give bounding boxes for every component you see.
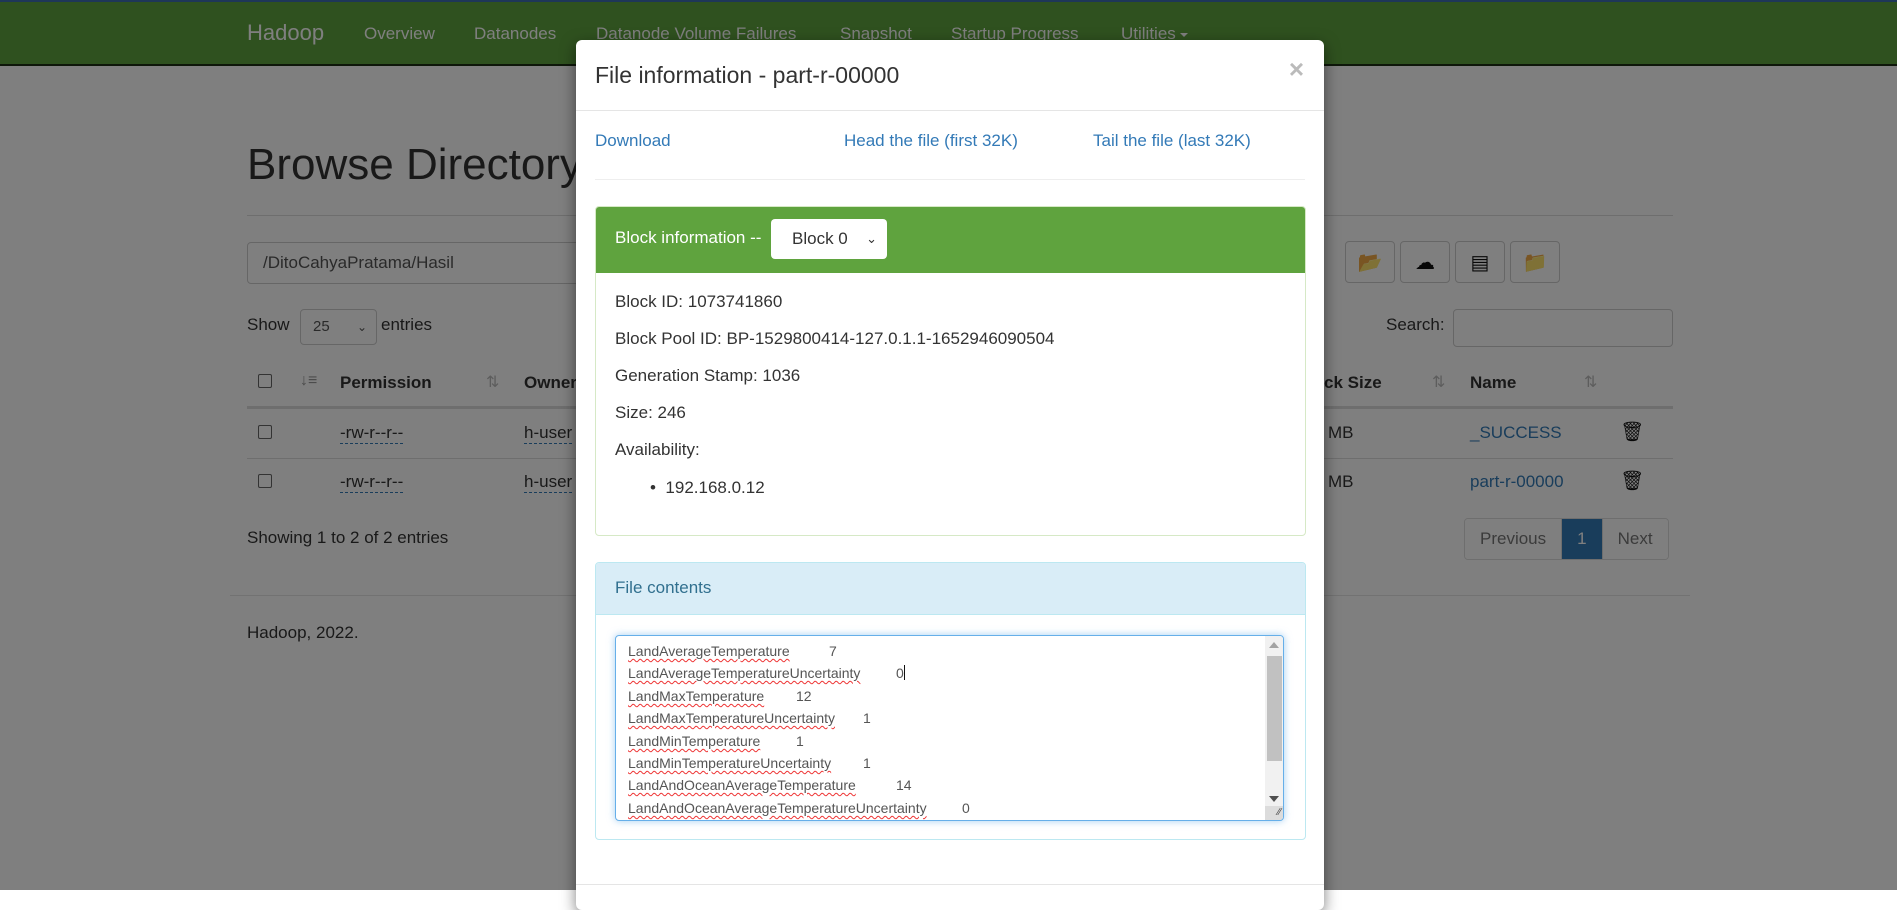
divider: [576, 884, 1324, 885]
block-select[interactable]: Block 0 ⌄: [771, 219, 887, 259]
chevron-down-icon: ⌄: [866, 231, 877, 246]
file-line: LandMinTemperature 1: [628, 733, 804, 749]
file-line: LandAverageTemperatureUncertainty 0: [628, 665, 905, 681]
scroll-up-arrow-icon[interactable]: [1269, 642, 1279, 648]
block-panel-title: Block information --: [615, 228, 762, 247]
block-id: Block ID: 1073741860: [615, 292, 783, 311]
contents-panel-title: File contents: [615, 578, 712, 597]
file-contents-textarea[interactable]: LandAverageTemperature 7 LandAverageTempe…: [615, 635, 1284, 821]
modal-title: File information - part-r-00000: [595, 62, 900, 88]
text-cursor: [903, 665, 905, 680]
file-line: LandAndOceanAverageTemperatureUncertaint…: [628, 800, 970, 816]
textarea-scrollbar[interactable]: [1265, 636, 1283, 808]
file-information-modal: File information - part-r-00000 × Downlo…: [576, 40, 1324, 910]
generation-stamp: Generation Stamp: 1036: [615, 366, 801, 385]
file-line: LandAverageTemperature 7: [628, 643, 837, 659]
block-size: Size: 246: [615, 403, 686, 422]
tail-file-link[interactable]: Tail the file (last 32K): [1093, 131, 1251, 151]
file-line: LandMaxTemperature 12: [628, 688, 812, 704]
file-line: LandMinTemperatureUncertainty 1: [628, 755, 871, 771]
divider: [595, 179, 1305, 180]
scrollbar-thumb[interactable]: [1267, 656, 1282, 761]
contents-panel-header: File contents: [596, 563, 1305, 615]
download-link[interactable]: Download: [595, 131, 671, 151]
availability-host: 192.168.0.12: [665, 478, 765, 497]
block-panel-header: Block information -- Block 0 ⌄: [596, 207, 1305, 273]
block-select-value: Block 0: [792, 229, 848, 248]
block-pool-id: Block Pool ID: BP-1529800414-127.0.1.1-1…: [615, 329, 1055, 348]
head-file-link[interactable]: Head the file (first 32K): [844, 131, 1018, 151]
scroll-down-arrow-icon[interactable]: [1269, 796, 1279, 802]
file-line: LandAndOceanAverageTemperature 14: [628, 777, 912, 793]
block-information-panel: Block information -- Block 0 ⌄ Block ID:…: [595, 206, 1306, 536]
file-contents-panel: File contents LandAverageTemperature 7 La…: [595, 562, 1306, 840]
resize-handle-icon[interactable]: ∕∕: [1265, 806, 1283, 820]
availability-label: Availability:: [615, 440, 700, 459]
divider: [576, 110, 1324, 111]
file-line: LandMaxTemperatureUncertainty 1: [628, 710, 871, 726]
availability-item: • 192.168.0.12: [650, 478, 765, 497]
close-icon[interactable]: ×: [1289, 56, 1304, 82]
